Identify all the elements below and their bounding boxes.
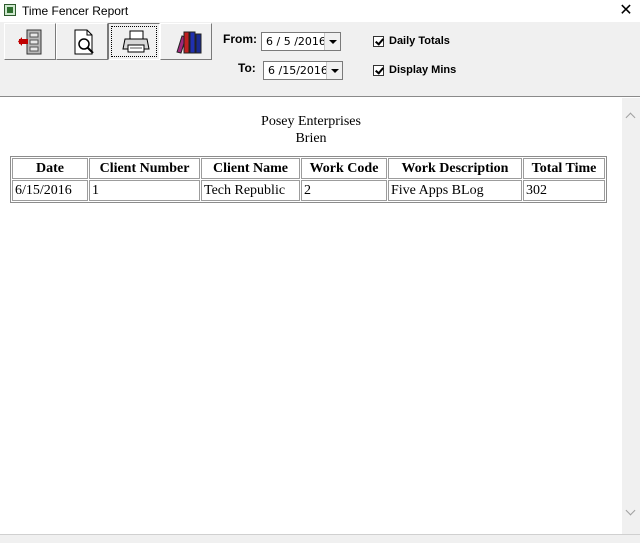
time-report-table: Date Client Number Client Name Work Code… xyxy=(10,156,607,203)
help-books-button[interactable] xyxy=(160,23,212,60)
toolbar: From: 6 / 5 /2016 To: 6 /15/2016 Daily T… xyxy=(0,22,640,97)
to-date-combo[interactable]: 6 /15/2016 xyxy=(263,61,343,80)
window-title: Time Fencer Report xyxy=(22,4,129,18)
chevron-down-icon[interactable] xyxy=(324,33,340,50)
column-header-client-name: Client Name xyxy=(201,158,300,179)
vertical-scrollbar[interactable] xyxy=(622,98,640,534)
display-mins-checkbox[interactable] xyxy=(373,65,384,76)
column-header-work-description: Work Description xyxy=(388,158,522,179)
exit-button[interactable] xyxy=(4,23,56,60)
from-date-value: 6 / 5 /2016 xyxy=(266,35,326,48)
close-button[interactable]: ✕ xyxy=(612,0,640,22)
display-mins-label: Display Mins xyxy=(389,64,457,76)
print-preview-icon xyxy=(74,29,94,55)
exit-door-icon xyxy=(18,29,42,55)
print-button[interactable] xyxy=(108,23,160,60)
cell-client-number: 1 xyxy=(89,180,200,201)
daily-totals-label: Daily Totals xyxy=(389,35,450,47)
table-row: 6/15/2016 1 Tech Republic 2 Five Apps BL… xyxy=(12,180,605,201)
print-preview-button[interactable] xyxy=(56,23,108,60)
table-header-row: Date Client Number Client Name Work Code… xyxy=(12,158,605,179)
to-label: To: xyxy=(238,61,256,75)
column-header-client-number: Client Number xyxy=(89,158,200,179)
title-bar: Time Fencer Report ✕ xyxy=(0,0,640,22)
cell-date: 6/15/2016 xyxy=(12,180,88,201)
report-area: Posey Enterprises Brien Date Client Numb… xyxy=(0,98,622,534)
app-icon xyxy=(4,4,16,16)
chevron-down-icon[interactable] xyxy=(326,62,342,79)
printer-icon xyxy=(122,30,150,53)
to-date-value: 6 /15/2016 xyxy=(268,64,328,77)
from-label: From: xyxy=(223,32,257,46)
cell-work-description: Five Apps BLog xyxy=(388,180,522,201)
books-icon xyxy=(176,31,202,54)
scroll-down-icon[interactable] xyxy=(625,505,636,516)
company-name: Posey Enterprises xyxy=(261,114,361,129)
column-header-date: Date xyxy=(12,158,88,179)
cell-client-name: Tech Republic xyxy=(201,180,300,201)
employee-name: Brien xyxy=(295,131,327,146)
scroll-up-icon[interactable] xyxy=(625,112,636,123)
from-date-combo[interactable]: 6 / 5 /2016 xyxy=(261,32,341,51)
column-header-total-time: Total Time xyxy=(523,158,605,179)
daily-totals-checkbox[interactable] xyxy=(373,36,384,47)
cell-work-code: 2 xyxy=(301,180,387,201)
cell-total-time: 302 xyxy=(523,180,605,201)
column-header-work-code: Work Code xyxy=(301,158,387,179)
